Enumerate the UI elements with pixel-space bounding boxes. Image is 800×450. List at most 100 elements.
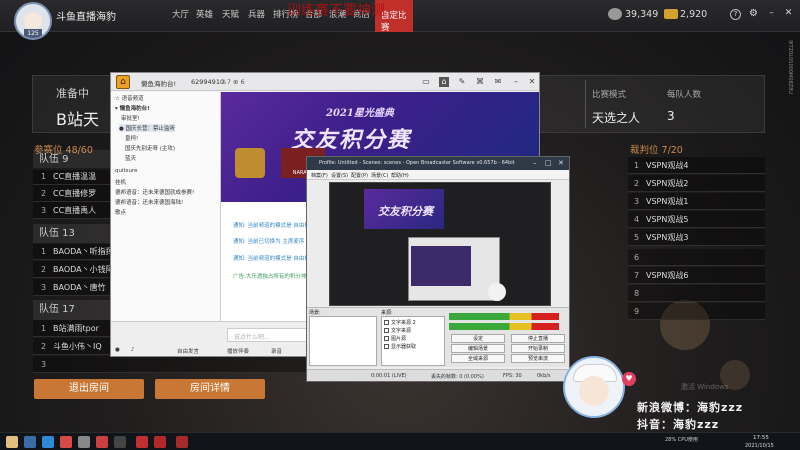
settings-button[interactable]: 设定 <box>451 334 505 343</box>
home-icon[interactable]: ⌂ <box>116 75 130 89</box>
minimize-icon[interactable]: – <box>766 9 777 20</box>
room-name: B站天 <box>56 110 99 129</box>
douyin-watermark: 抖音：海豹zzz <box>637 418 720 431</box>
taskbar-app-icon[interactable] <box>78 436 90 448</box>
member-item[interactable]: 皇柯! <box>125 134 138 142</box>
team-size-label: 每队人数 <box>667 90 702 100</box>
taskbar-app-icon[interactable] <box>24 436 36 448</box>
taskbar-app-icon[interactable] <box>96 436 108 448</box>
channel-item[interactable]: 德邦语音：还未来德国就成参赛! <box>115 188 194 196</box>
avatar[interactable]: 125 <box>14 2 52 40</box>
screen-icon[interactable]: ▭ <box>421 77 431 87</box>
side-tag: 9ITZ0L0S000M08Z8U <box>787 40 793 94</box>
record-button[interactable]: 录音 <box>271 347 282 355</box>
game-icon[interactable]: ✎ <box>457 77 467 87</box>
taskbar-app-icon[interactable] <box>114 436 126 448</box>
member-item[interactable]: 蓝天 <box>125 154 136 162</box>
channel-item[interactable]: 审批室! <box>121 114 140 122</box>
member-item[interactable]: 国庆先别走呀 (主攻) <box>125 144 175 152</box>
obs-preview[interactable]: 交友积分赛 <box>329 182 551 306</box>
mail-icon[interactable]: ✉ <box>493 77 503 87</box>
cpu-usage: 28% CPU使用 <box>665 437 698 443</box>
scene-list[interactable] <box>309 316 377 366</box>
taskbar-app-icon[interactable] <box>60 436 72 448</box>
menu-item[interactable]: 档案(F) <box>311 172 328 179</box>
live-time: 0:00:01 (LIVE) <box>371 373 407 379</box>
divider <box>585 80 586 128</box>
preview-banner-title: 交友积分赛 <box>378 205 433 218</box>
taskbar-app-icon[interactable] <box>136 436 148 448</box>
menu-item[interactable]: 配置(P) <box>351 172 368 179</box>
team-member-row[interactable]: 3 <box>33 356 308 373</box>
global-sources-button[interactable]: 全域来源 <box>451 354 505 363</box>
sticker-face <box>579 376 609 406</box>
channel-item[interactable]: 歌点 <box>115 208 126 216</box>
channel-tree: ☆ 语音频道 ▾ 懒鱼海豹台! 审批室! ● 国庆长营：禁止监听 皇柯! 国庆先… <box>111 92 221 356</box>
start-record-button[interactable]: 开始录制 <box>511 344 565 353</box>
obs-panels: 场景: 来源: 文字来源 2 文字来源 图片源 显示器获取 设定 编辑场景 全域… <box>307 307 569 367</box>
judge-row[interactable]: 5 VSPN观战3 <box>628 229 765 246</box>
judge-row[interactable]: 2 VSPN观战2 <box>628 175 765 192</box>
room-details-button[interactable]: 房间详情 <box>155 379 265 399</box>
channel-item[interactable]: ● 国庆长营：禁止监听 <box>119 124 176 132</box>
taskbar-app-icon[interactable] <box>176 436 188 448</box>
controller-icon[interactable]: ⌘ <box>475 77 485 87</box>
gear-icon[interactable]: ⚙ <box>748 9 759 20</box>
judge-row[interactable]: 6 <box>628 249 765 266</box>
source-list[interactable]: 文字来源 2 文字来源 图片源 显示器获取 <box>381 316 445 366</box>
taskbar-app-icon[interactable] <box>154 436 166 448</box>
taskbar-app-icon[interactable] <box>42 436 54 448</box>
menu-item[interactable]: 设置(S) <box>331 172 348 179</box>
close-icon[interactable]: ✕ <box>783 9 794 20</box>
source-item[interactable]: 文字来源 <box>384 327 411 334</box>
mode-value: 天选之人 <box>592 111 641 125</box>
banner-logo <box>235 148 265 178</box>
home-tab-icon[interactable]: ⌂ <box>439 77 449 87</box>
heart-icon: ♥ <box>622 372 636 386</box>
preview-stream-button[interactable]: 预览串流 <box>511 354 565 363</box>
streamer-sticker <box>563 356 625 418</box>
preview-avatar <box>488 283 506 301</box>
nav-item[interactable]: 英雄 <box>196 8 213 20</box>
channel-title: 懒鱼海豹台! <box>141 80 177 88</box>
preview-banner: 交友积分赛 <box>364 189 444 229</box>
judge-row[interactable]: 3 VSPN观战1 <box>628 193 765 210</box>
maximize-icon[interactable]: □ <box>545 159 552 167</box>
windows-watermark: 激活 Windows <box>681 383 729 391</box>
channel-item[interactable]: ▾ 懒鱼海豹台! <box>115 104 150 112</box>
close-icon[interactable]: ✕ <box>527 77 537 87</box>
free-speech-button[interactable]: 自由发言 <box>177 347 199 355</box>
channel-item[interactable]: ☆ 语音频道 <box>115 94 144 102</box>
judge-row[interactable]: 7 VSPN观战6 <box>628 267 765 284</box>
judge-row[interactable]: 4 VSPN观战5 <box>628 211 765 228</box>
preview-inner <box>411 246 471 286</box>
source-item[interactable]: 图片源 <box>384 335 406 342</box>
channel-item[interactable]: 德邦语音：还未来德国海陆! <box>115 198 183 206</box>
obs-title: Profile: Untitled - Scenes: scenes - Ope… <box>319 160 515 166</box>
stop-stream-button[interactable]: 停止直播 <box>511 334 565 343</box>
username: 斗鱼直播海豹 <box>56 12 116 23</box>
judge-row[interactable]: 1 VSPN观战4 <box>628 157 765 174</box>
nav-item[interactable]: 天赋 <box>222 8 239 20</box>
judge-row[interactable]: 8 <box>628 285 765 302</box>
minimize-icon[interactable]: – <box>511 77 521 87</box>
start-icon[interactable] <box>6 436 18 448</box>
help-icon[interactable]: ? <box>730 9 741 20</box>
close-icon[interactable]: ✕ <box>558 159 564 167</box>
leave-room-button[interactable]: 退出房间 <box>34 379 144 399</box>
user-avatar-icon[interactable]: ● <box>115 347 120 353</box>
nav-item[interactable]: 兵器 <box>248 8 265 20</box>
menu-item[interactable]: 场景(C) <box>371 172 388 179</box>
edit-scene-button[interactable]: 编辑场景 <box>451 344 505 353</box>
menu-item[interactable]: 帮助(H) <box>391 172 409 179</box>
notice-line: 通知: 当前频道的模式是 自由模式 <box>233 256 316 262</box>
channel-item[interactable]: 挂机 <box>115 178 126 186</box>
minimize-icon[interactable]: – <box>533 159 537 167</box>
source-item[interactable]: 文字来源 2 <box>384 319 416 326</box>
nav-item[interactable]: 大厅 <box>172 8 189 20</box>
channel-item[interactable]: quitsure <box>115 168 138 174</box>
mic-icon[interactable]: ♪ <box>131 347 135 353</box>
accompaniment-button[interactable]: 播放伴奏 <box>227 347 249 355</box>
judge-row[interactable]: 9 <box>628 303 765 320</box>
source-item[interactable]: 显示器获取 <box>384 343 416 350</box>
